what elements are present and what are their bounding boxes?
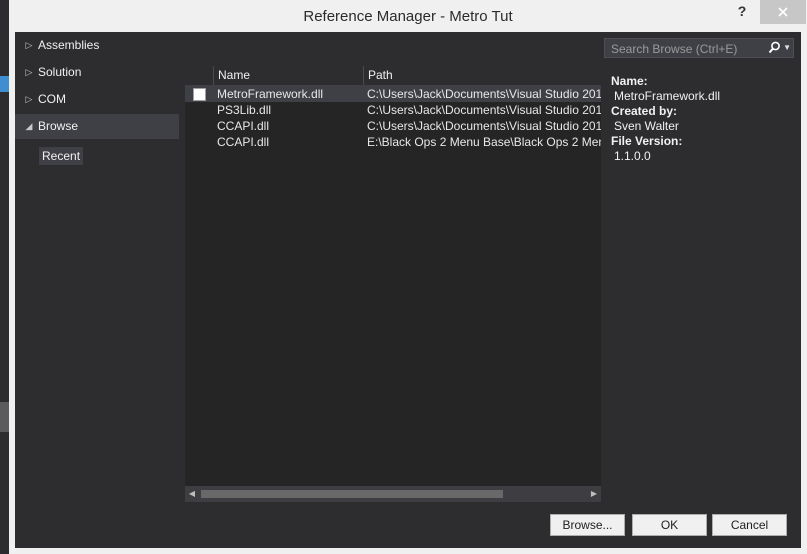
detail-version-value: 1.1.0.0: [614, 149, 651, 163]
title-bar: Reference Manager - Metro Tut ?: [9, 0, 807, 32]
column-header-checkbox[interactable]: [185, 66, 213, 85]
row-path: C:\Users\Jack\Documents\Visual Studio 20…: [367, 119, 601, 133]
row-path: C:\Users\Jack\Documents\Visual Studio 20…: [367, 103, 601, 117]
background-window-panel: [0, 402, 9, 432]
expand-arrow-icon: ▷: [25, 40, 33, 50]
row-name: MetroFramework.dll: [217, 87, 324, 101]
column-header-name[interactable]: Name: [213, 66, 363, 85]
window-title: Reference Manager - Metro Tut: [303, 8, 513, 25]
details-panel: Name: MetroFramework.dll Created by: Sve…: [611, 74, 797, 164]
list-row[interactable]: CCAPI.dll C:\Users\Jack\Documents\Visual…: [185, 118, 601, 134]
row-name: CCAPI.dll: [217, 135, 270, 149]
close-button[interactable]: [760, 0, 806, 24]
scrollbar-thumb[interactable]: [201, 490, 503, 498]
detail-name-value: MetroFramework.dll: [614, 89, 721, 103]
detail-name-label: Name:: [611, 74, 648, 88]
reference-list: Name Path MetroFramework.dll C:\Users\Ja…: [185, 66, 601, 502]
scroll-left-arrow-icon[interactable]: ◀: [185, 486, 199, 502]
list-row[interactable]: PS3Lib.dll C:\Users\Jack\Documents\Visua…: [185, 102, 601, 118]
nav-item-com[interactable]: ▷ COM: [15, 87, 179, 112]
collapse-arrow-icon: ◢: [25, 121, 33, 131]
search-options-dropdown-icon[interactable]: ▼: [783, 39, 791, 57]
detail-version-label: File Version:: [611, 134, 683, 148]
search-input[interactable]: [609, 40, 763, 58]
scroll-right-arrow-icon[interactable]: ▶: [587, 486, 601, 502]
browse-button[interactable]: Browse...: [550, 514, 625, 536]
background-window-highlight: [0, 76, 9, 92]
help-button[interactable]: ?: [731, 3, 753, 23]
expand-arrow-icon: ▷: [25, 67, 33, 77]
cancel-button[interactable]: Cancel: [712, 514, 787, 536]
list-header: Name Path: [185, 66, 601, 86]
background-window-strip: [0, 0, 9, 554]
detail-created-value: Sven Walter: [614, 119, 679, 133]
detail-created-label: Created by:: [611, 104, 678, 118]
search-icon[interactable]: [768, 41, 781, 57]
close-icon: [778, 7, 788, 17]
nav-item-assemblies[interactable]: ▷ Assemblies: [15, 33, 179, 58]
nav-item-browse[interactable]: ◢ Browse: [15, 114, 179, 139]
nav-subitem-recent[interactable]: Recent: [39, 147, 84, 165]
search-box: ▼: [604, 38, 794, 58]
dialog-client-area: ▷ Assemblies ▷ Solution ▷ COM ◢ Browse R…: [15, 32, 801, 548]
list-row[interactable]: MetroFramework.dll C:\Users\Jack\Documen…: [185, 86, 601, 102]
list-row[interactable]: CCAPI.dll E:\Black Ops 2 Menu Base\Black…: [185, 134, 601, 150]
nav-item-label: Solution: [38, 65, 82, 79]
row-name: PS3Lib.dll: [217, 103, 272, 117]
nav-item-label: COM: [38, 92, 66, 106]
nav-item-solution[interactable]: ▷ Solution: [15, 60, 179, 85]
nav-item-label: Assemblies: [38, 38, 100, 52]
row-path: E:\Black Ops 2 Menu Base\Black Ops 2 Men…: [367, 135, 601, 149]
row-checkbox[interactable]: [193, 88, 206, 101]
expand-arrow-icon: ▷: [25, 94, 33, 104]
nav-item-label: Browse: [38, 119, 79, 133]
row-path: C:\Users\Jack\Documents\Visual Studio 20…: [367, 87, 601, 101]
horizontal-scrollbar[interactable]: ◀ ▶: [185, 486, 601, 502]
ok-button[interactable]: OK: [632, 514, 707, 536]
category-nav: ▷ Assemblies ▷ Solution ▷ COM ◢ Browse R…: [15, 32, 185, 508]
row-name: CCAPI.dll: [217, 119, 270, 133]
column-header-path[interactable]: Path: [363, 66, 601, 85]
reference-manager-dialog: Reference Manager - Metro Tut ? ▷ Assemb…: [9, 0, 807, 554]
